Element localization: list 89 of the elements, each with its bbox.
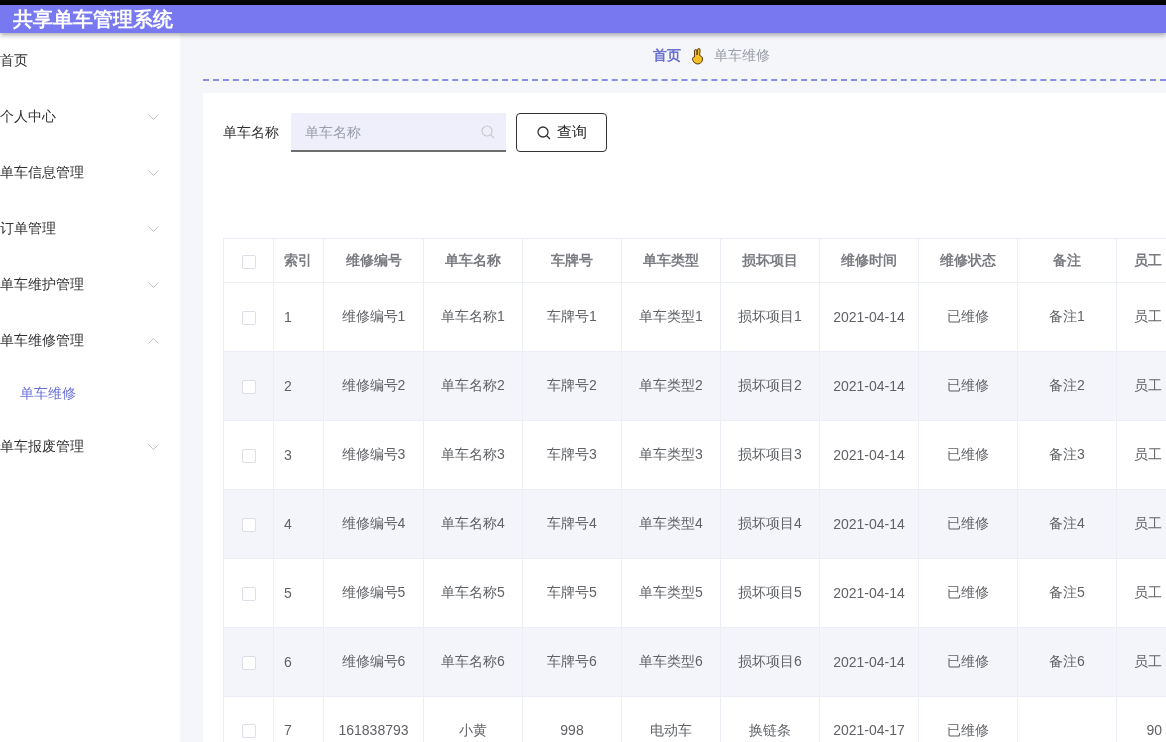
breadcrumb-current: 单车维修	[714, 47, 770, 65]
table-cell: 单车类型6	[621, 627, 721, 697]
search-icon	[481, 125, 495, 139]
table-cell: 单车类型5	[621, 558, 721, 628]
breadcrumb-link[interactable]: 首页	[653, 47, 681, 65]
row-checkbox[interactable]	[241, 449, 256, 464]
submenu-item[interactable]: 单车维修	[0, 369, 180, 419]
table-cell: 维修编号2	[323, 351, 424, 421]
table-cell: 维修编号6	[323, 627, 424, 697]
row-checkbox[interactable]	[241, 724, 256, 739]
table-cell: 6	[273, 627, 324, 697]
row-checkbox[interactable]	[241, 518, 256, 533]
column-header: 车牌号	[522, 238, 622, 283]
table-cell: 2021-04-14	[819, 351, 919, 421]
hand-icon	[691, 47, 704, 65]
table-cell: 5	[273, 558, 324, 628]
column-header: 单车类型	[621, 238, 721, 283]
column-header: 损坏项目	[720, 238, 820, 283]
table-cell: 备注4	[1017, 489, 1117, 559]
row-checkbox[interactable]	[241, 656, 256, 671]
table-cell: 损坏项目6	[720, 627, 820, 697]
table-cell: 损坏项目4	[720, 489, 820, 559]
table-cell: 2021-04-14	[819, 420, 919, 490]
table-cell: 维修编号4	[323, 489, 424, 559]
table-cell: 备注3	[1017, 420, 1117, 490]
table-cell: 备注6	[1017, 627, 1117, 697]
table-cell: 2021-04-14	[819, 282, 919, 352]
table-cell: 单车名称5	[423, 558, 523, 628]
table-cell: 单车名称2	[423, 351, 523, 421]
app-title: 共享单车管理系统	[13, 7, 173, 32]
table-cell: 维修编号1	[323, 282, 424, 352]
column-header: 员工	[1116, 238, 1166, 283]
query-button[interactable]: 查询	[516, 113, 607, 152]
table-cell: 2021-04-14	[819, 627, 919, 697]
table-cell: 车牌号5	[522, 558, 622, 628]
table-cell: 备注1	[1017, 282, 1117, 352]
column-header: 维修编号	[323, 238, 424, 283]
table-cell: 车牌号1	[522, 282, 622, 352]
table-cell: 已维修	[918, 558, 1018, 628]
table-cell: 已维修	[918, 282, 1018, 352]
table-cell: 单车名称3	[423, 420, 523, 490]
table-cell: 单车名称6	[423, 627, 523, 697]
table-cell: 单车名称4	[423, 489, 523, 559]
table-cell: 车牌号6	[522, 627, 622, 697]
column-header: 维修状态	[918, 238, 1018, 283]
table-cell: 4	[273, 489, 324, 559]
select-all-checkbox[interactable]	[241, 254, 256, 269]
table-cell: 单车类型3	[621, 420, 721, 490]
table-cell: 车牌号2	[522, 351, 622, 421]
menu-item[interactable]: 单车信息管理	[0, 145, 180, 201]
table-cell: 已维修	[918, 351, 1018, 421]
table-cell: 备注5	[1017, 558, 1117, 628]
table-cell: 2021-04-14	[819, 489, 919, 559]
menu-item[interactable]: 订单管理	[0, 201, 180, 257]
menu-item[interactable]: 单车维护管理	[0, 257, 180, 313]
table-cell: 备注2	[1017, 351, 1117, 421]
table-cell: 维修编号3	[323, 420, 424, 490]
column-header: 索引	[273, 238, 324, 283]
search-icon	[536, 125, 551, 140]
table-cell: 车牌号4	[522, 489, 622, 559]
table-cell: 已维修	[918, 489, 1018, 559]
menu-item[interactable]: 单车维修管理	[0, 313, 180, 369]
table-cell: 损坏项目1	[720, 282, 820, 352]
column-header: 单车名称	[423, 238, 523, 283]
column-header: 维修时间	[819, 238, 919, 283]
menu-item[interactable]: 个人中心	[0, 89, 180, 145]
row-checkbox[interactable]	[241, 380, 256, 395]
column-header: 备注	[1017, 238, 1117, 283]
table-cell: 损坏项目5	[720, 558, 820, 628]
table-cell: 已维修	[918, 420, 1018, 490]
search-field[interactable]: 单车名称	[291, 113, 506, 152]
table-cell: 3	[273, 420, 324, 490]
row-checkbox[interactable]	[241, 587, 256, 602]
menu-item[interactable]: 首页	[0, 33, 180, 89]
table-cell: 车牌号3	[522, 420, 622, 490]
row-checkbox[interactable]	[241, 311, 256, 326]
table-cell: 单车名称1	[423, 282, 523, 352]
search-label: 单车名称	[223, 123, 279, 142]
table-cell: 维修编号5	[323, 558, 424, 628]
table-cell: 损坏项目2	[720, 351, 820, 421]
table-cell: 单车类型1	[621, 282, 721, 352]
table-cell: 单车类型4	[621, 489, 721, 559]
table-cell: 2	[273, 351, 324, 421]
menu-item[interactable]: 单车报废管理	[0, 419, 180, 475]
table-cell: 单车类型2	[621, 351, 721, 421]
table-cell: 1	[273, 282, 324, 352]
table-cell: 已维修	[918, 627, 1018, 697]
table-cell: 2021-04-14	[819, 558, 919, 628]
table-cell: 损坏项目3	[720, 420, 820, 490]
